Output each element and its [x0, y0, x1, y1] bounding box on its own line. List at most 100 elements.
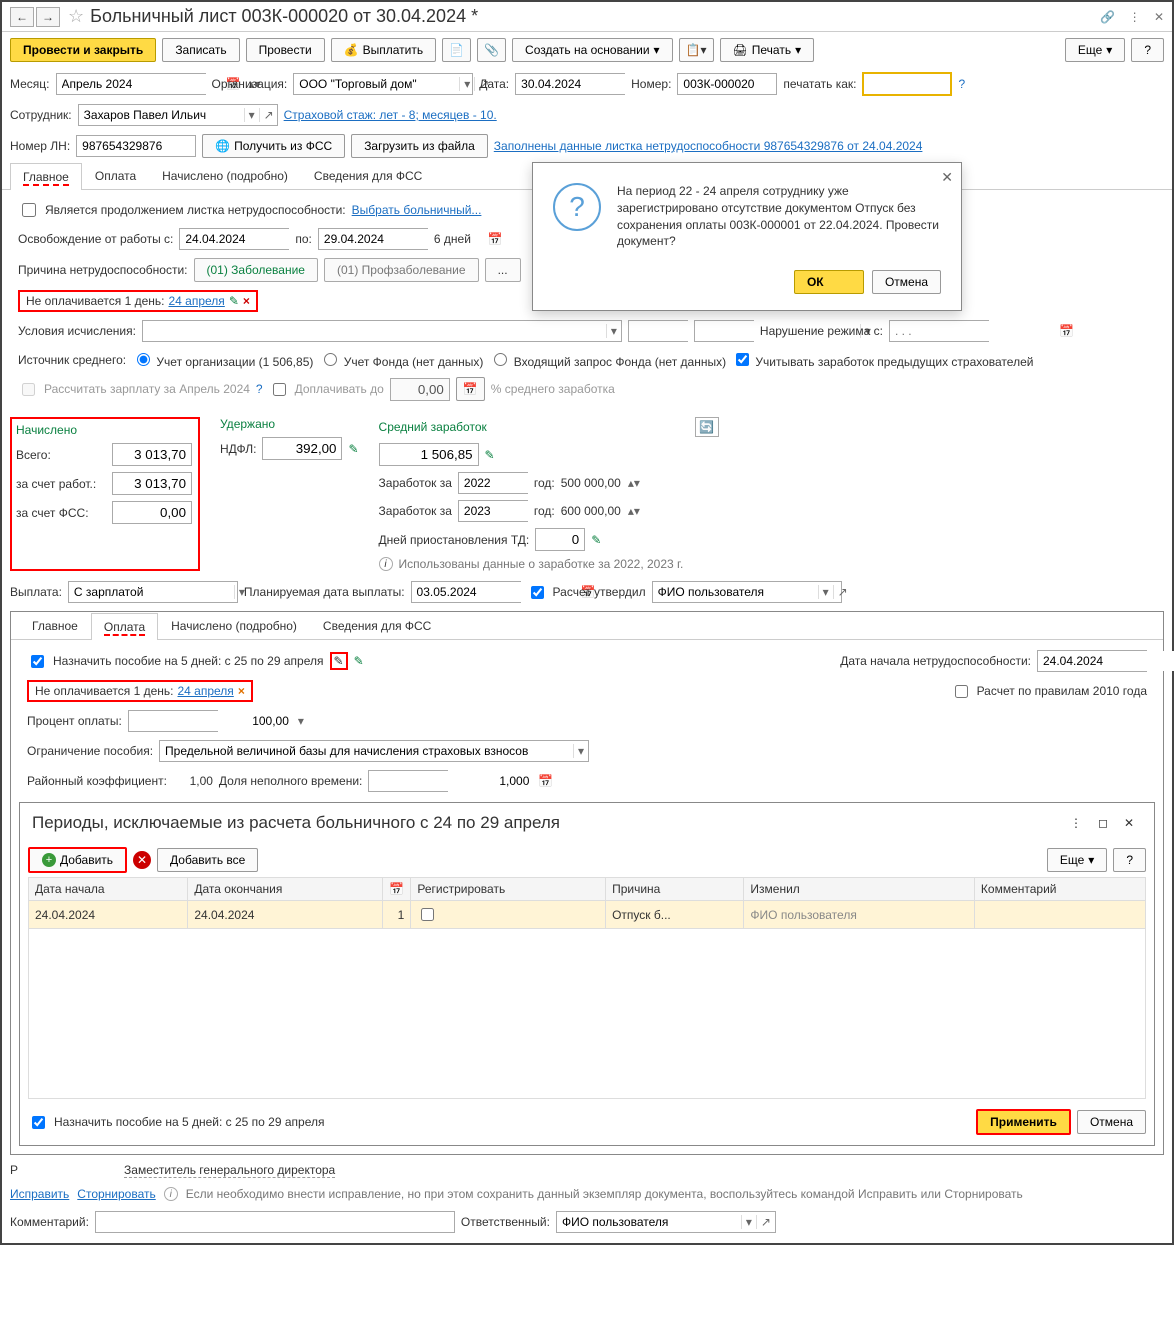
topup-checkbox[interactable] [273, 383, 286, 396]
pencil-icon[interactable]: ✎ [485, 448, 495, 462]
modal-more-button[interactable]: Еще ▾ [1047, 848, 1107, 872]
partial-field[interactable]: 📅 [368, 770, 448, 792]
col-comment[interactable]: Комментарий [974, 878, 1145, 901]
favorite-star-icon[interactable]: ☆ [68, 6, 84, 27]
pay-button[interactable]: 💰Выплатить [331, 38, 436, 62]
ln-field[interactable] [76, 135, 196, 157]
modal-window-icon[interactable]: ◻ [1098, 816, 1108, 830]
delete-icon[interactable]: ✕ [133, 851, 151, 869]
filled-data-link[interactable]: Заполнены данные листка нетрудоспособнос… [494, 139, 923, 153]
not-paid-link2[interactable]: 24 апреля [178, 684, 234, 698]
suspend-value[interactable] [535, 528, 585, 551]
col-reason[interactable]: Причина [606, 878, 744, 901]
report-icon[interactable]: 📄 [442, 38, 471, 62]
approved-checkbox[interactable] [531, 586, 544, 599]
tab-fss[interactable]: Сведения для ФСС [301, 162, 435, 189]
highlighted-pencil-icon[interactable]: ✎ [330, 652, 348, 670]
calc-cond-field[interactable]: ▾ [142, 320, 622, 342]
clear-icon[interactable]: × [238, 684, 245, 698]
payout-field[interactable]: ▾ [68, 581, 238, 603]
org-field[interactable]: ▾ ↗ [293, 73, 473, 95]
tab-main[interactable]: Главное [10, 163, 82, 190]
employee-field[interactable]: ▾ ↗ [78, 104, 278, 126]
ltab-main[interactable]: Главное [19, 612, 91, 639]
open-icon[interactable]: ↗ [259, 108, 278, 122]
add-all-button[interactable]: Добавить все [157, 848, 258, 872]
nav-back[interactable]: ← [10, 7, 34, 27]
fss-value[interactable] [112, 501, 192, 524]
number-field[interactable] [677, 73, 777, 95]
refresh-icon[interactable]: 🔄 [695, 417, 719, 437]
fix-link[interactable]: Исправить [10, 1187, 69, 1201]
help-button[interactable]: ? [1131, 38, 1164, 62]
col-days-icon[interactable]: 📅 [383, 878, 411, 901]
reverse-link[interactable]: Сторнировать [77, 1187, 155, 1201]
modal-close-icon[interactable]: ✕ [1124, 816, 1134, 830]
col-start[interactable]: Дата начала [29, 878, 188, 901]
ltab-fss[interactable]: Сведения для ФСС [310, 612, 444, 639]
modal-options-icon[interactable]: ⋮ [1070, 816, 1082, 830]
violation-date[interactable]: 📅 [889, 320, 989, 342]
printas-field[interactable] [862, 72, 952, 96]
popup-close-icon[interactable]: ✕ [941, 169, 953, 186]
experience-link[interactable]: Страховой стаж: лет - 8; месяцев - 10. [284, 108, 497, 122]
add-button[interactable]: + Добавить [28, 847, 127, 873]
print-button[interactable]: 🖨 Печать ▾ [720, 38, 815, 62]
get-fss-button[interactable]: 🌐 Получить из ФСС [202, 134, 345, 158]
avg-value[interactable] [379, 443, 479, 466]
tab-detailed[interactable]: Начислено (подробно) [149, 162, 301, 189]
pencil-icon[interactable]: ✎ [591, 533, 601, 547]
src-request-radio[interactable]: Входящий запрос Фонда (нет данных) [489, 350, 726, 369]
ltab-detailed[interactable]: Начислено (подробно) [158, 612, 310, 639]
comment-field[interactable] [95, 1211, 455, 1233]
continuation-checkbox[interactable] [22, 203, 36, 217]
table-row[interactable]: 24.04.2024 24.04.2024 1 Отпуск б... ФИО … [29, 901, 1146, 929]
not-paid-link[interactable]: 24 апреля [169, 294, 225, 308]
options-icon[interactable]: ⋮ [1129, 10, 1141, 24]
tab-payment[interactable]: Оплата [82, 162, 149, 189]
date-field[interactable]: 📅 [515, 73, 625, 95]
planned-date-field[interactable]: 📅 [411, 581, 521, 603]
date-to-field[interactable]: 📅 [318, 228, 428, 250]
more-button[interactable]: Еще ▾ [1065, 38, 1125, 62]
link-icon[interactable]: 🔗 [1100, 10, 1115, 24]
ltab-payment[interactable]: Оплата [91, 613, 158, 640]
attach-icon[interactable]: 📎 [477, 38, 506, 62]
printas-help-icon[interactable]: ? [958, 77, 965, 91]
col-end[interactable]: Дата окончания [188, 878, 383, 901]
responsible-field[interactable]: ▾↗ [556, 1211, 776, 1233]
rules2010-checkbox[interactable] [955, 685, 968, 698]
pct-field[interactable]: ▾ [128, 710, 218, 732]
recalc-help[interactable]: ? [256, 382, 263, 396]
calc-cond3[interactable]: ▾ [694, 320, 754, 342]
confirm-ok-button[interactable]: ОК [794, 270, 864, 294]
select-sick-link[interactable]: Выбрать больничный... [352, 203, 482, 217]
date-from-field[interactable]: 📅 [179, 228, 289, 250]
dropdown-icon[interactable]: ▾ [244, 108, 259, 122]
ndfl-value[interactable] [262, 437, 342, 460]
edit-pencil-icon[interactable]: ✎ [229, 294, 239, 308]
create-based-button[interactable]: Создать на основании ▾ [512, 38, 673, 62]
cause-value[interactable]: (01) Заболевание [194, 258, 318, 282]
col-reg[interactable]: Регистрировать [411, 878, 606, 901]
close-icon[interactable]: ✕ [1154, 10, 1164, 24]
employer-value[interactable] [112, 472, 192, 495]
cause2-button[interactable]: (01) Профзаболевание [324, 258, 479, 282]
total-value[interactable] [112, 443, 192, 466]
nav-forward[interactable]: → [36, 7, 60, 27]
modal-help-button[interactable]: ? [1113, 848, 1146, 872]
assign-benefit-checkbox[interactable] [31, 655, 44, 668]
post-close-button[interactable]: Провести и закрыть [10, 38, 156, 62]
cause-more-button[interactable]: ... [485, 258, 521, 282]
limit-field[interactable]: ▾ [159, 740, 589, 762]
calendar-icon[interactable]: 📅 [484, 232, 507, 246]
clipboard-icon[interactable]: 📋▾ [679, 38, 714, 62]
save-button[interactable]: Записать [162, 38, 239, 62]
topup-calc-icon[interactable]: 📅 [456, 377, 485, 401]
month-field[interactable]: 📅 ▴▾ [56, 73, 206, 95]
dropdown-icon[interactable]: ▾ [459, 77, 474, 91]
src-fund-radio[interactable]: Учет Фонда (нет данных) [319, 350, 483, 369]
src-org-radio[interactable]: Учет организации (1 506,85) [132, 350, 313, 369]
deputy-link[interactable]: Заместитель генерального директора [124, 1163, 335, 1178]
prev-insurers-checkbox[interactable]: Учитывать заработок предыдущих страховат… [732, 350, 1033, 369]
